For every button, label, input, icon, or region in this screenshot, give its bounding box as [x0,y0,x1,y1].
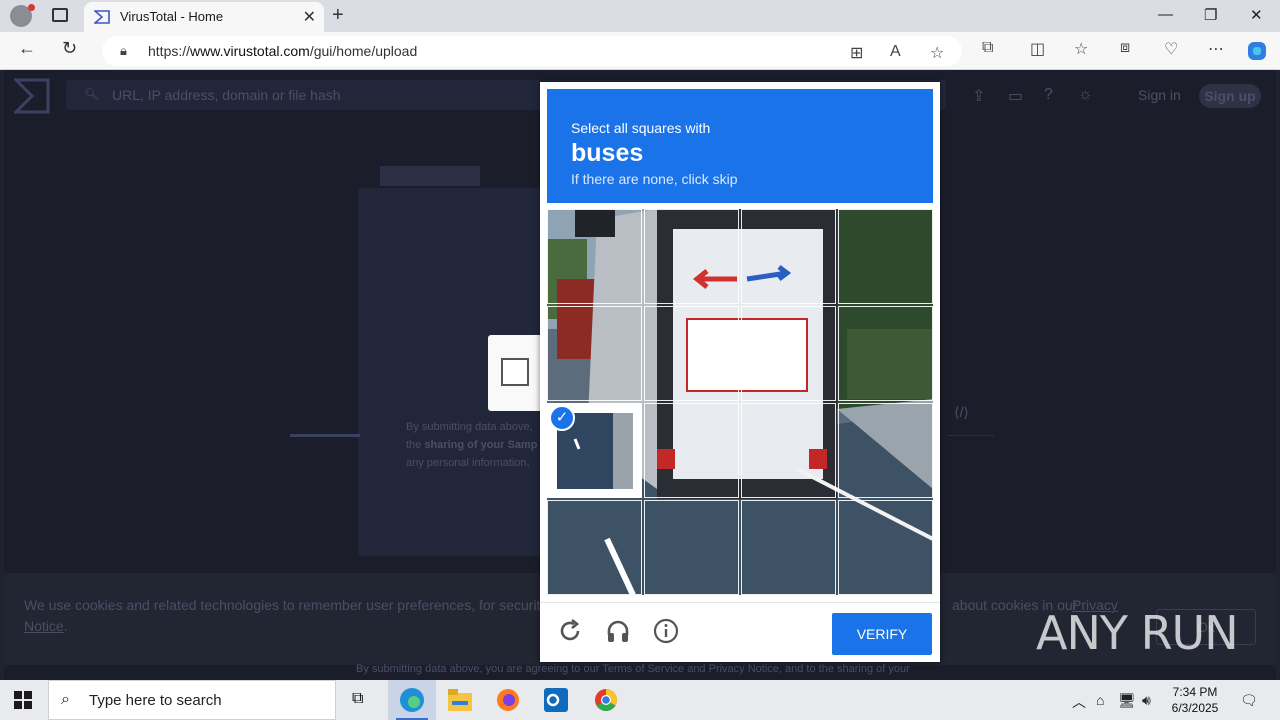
prompt-instruction: Select all squares with [571,120,711,136]
sign-in-link[interactable]: Sign in [1138,87,1181,103]
edge-taskbar-icon[interactable] [388,680,436,720]
captcha-challenge: Select all squares with buses If there a… [540,82,940,662]
notifications-icon[interactable]: 🗨︎ [1240,692,1258,709]
app-available-icon[interactable]: ⊞ [850,43,863,63]
extensions-icon[interactable]: ⧉ [982,39,993,57]
captcha-prompt: Select all squares with buses If there a… [547,89,933,203]
collections-icon[interactable]: ⧈ [1120,39,1130,57]
more-menu-icon[interactable]: ⋯ [1208,39,1224,59]
outlook-icon[interactable] [532,680,580,720]
search-placeholder: URL, IP address, domain or file hash [112,87,341,103]
code-icon[interactable]: ⟨/⟩ [954,404,969,421]
captcha-cell[interactable] [644,403,739,498]
close-tab-icon[interactable]: ✕ [303,7,316,27]
captcha-cell[interactable] [644,500,739,595]
captcha-checkbox-widget [488,335,542,411]
clock-time: 7:34 PM [1172,685,1218,699]
divider [948,435,994,436]
taskbar-clock[interactable]: 7:34 PM 6/3/2025 [1164,684,1226,716]
chrome-icon[interactable] [582,680,630,720]
virustotal-logo-icon[interactable] [14,78,50,114]
theme-icon[interactable]: ☼ [1078,86,1093,104]
prompt-subject: buses [571,139,644,167]
hero-logo [380,166,480,186]
read-aloud-icon[interactable]: A [890,43,901,61]
captcha-cell-selected[interactable]: ✓ [547,403,642,498]
captcha-cell[interactable] [644,306,739,401]
upload-icon[interactable]: ⇪ [972,86,985,106]
captcha-cell[interactable] [838,403,933,498]
captcha-cell[interactable] [547,500,642,595]
show-hidden-icons-icon[interactable]: ︿ [1072,692,1086,712]
captcha-cell[interactable] [838,209,933,304]
volume-icon[interactable]: 🔊︎ [1142,692,1151,709]
minimize-icon[interactable]: — [1158,6,1173,23]
captcha-cell[interactable] [741,403,836,498]
captcha-footer: VERIFY [540,602,940,662]
chat-icon[interactable]: ▭ [1008,86,1023,106]
favorites-icon[interactable]: ☆ [1074,39,1088,59]
captcha-cell[interactable] [838,500,933,595]
tray-app-icon[interactable]: ⌂ [1096,692,1104,708]
refresh-icon[interactable] [556,617,584,645]
browser-essentials-icon[interactable]: ♡ [1164,39,1178,59]
search-icon: 🔍︎ [84,87,100,101]
clock-date: 6/3/2025 [1171,701,1219,715]
tab-actions-icon[interactable] [52,8,68,22]
browser-toolbar: ← ↻ 🔒︎ https://www.virustotal.com/gui/ho… [0,32,1280,70]
anyrun-watermark: ANY RUN [1036,606,1239,660]
taskbar-search-input[interactable]: ⌕ Type here to search [48,680,336,720]
windows-taskbar: ⌕ Type here to search ⧉ ︿ ⌂ 🖥︎ 🔊︎ 7:34 P… [0,680,1280,720]
split-screen-icon[interactable]: ◫ [1030,39,1045,59]
audio-icon[interactable] [604,617,632,645]
prompt-skip-hint: If there are none, click skip [571,171,738,187]
firefox-icon[interactable] [484,680,532,720]
network-icon[interactable]: 🖥︎ [1118,692,1136,709]
windows-start-icon[interactable] [14,691,32,709]
favorite-star-icon[interactable]: ☆ [930,43,944,63]
virustotal-favicon-icon [94,10,110,24]
captcha-image-grid: ✓ [547,209,933,595]
footer-notice: By submitting data above, you are agreei… [356,663,910,675]
lock-icon[interactable]: 🔒︎ [120,43,127,59]
sign-up-button[interactable]: Sign up [1199,84,1261,108]
info-icon[interactable] [652,617,680,645]
notification-dot [28,4,35,11]
url-text: https://www.virustotal.com/gui/home/uplo… [148,43,418,59]
captcha-cell[interactable] [547,209,642,304]
help-icon[interactable]: ? [1044,86,1053,104]
captcha-cell[interactable] [644,209,739,304]
copilot-icon[interactable] [1246,40,1268,62]
captcha-cell[interactable] [741,306,836,401]
close-window-icon[interactable]: ✕ [1250,6,1263,24]
captcha-checkbox[interactable] [501,358,529,386]
captcha-cell[interactable] [547,306,642,401]
task-view-icon[interactable]: ⧉ [338,680,386,720]
captcha-cell[interactable] [741,209,836,304]
tab-underline [290,434,360,437]
captcha-cell[interactable] [838,306,933,401]
address-bar[interactable]: 🔒︎ https://www.virustotal.com/gui/home/u… [102,36,962,66]
tab-virustotal[interactable]: VirusTotal - Home ✕ [84,2,324,32]
submission-notice: By submitting data above, the sharing of… [406,421,538,469]
tab-title: VirusTotal - Home [120,9,224,24]
verify-button[interactable]: VERIFY [832,613,932,655]
tab-bar: VirusTotal - Home ✕ + — ❐ ✕ [0,0,1280,32]
selected-check-icon: ✓ [549,405,575,431]
file-explorer-icon[interactable] [436,680,484,720]
captcha-cell[interactable] [741,500,836,595]
restore-icon[interactable]: ❐ [1204,6,1217,24]
refresh-page-icon[interactable]: ↻ [62,38,77,59]
new-tab-icon[interactable]: + [332,4,344,27]
search-icon: ⌕ [61,691,70,708]
notice-link[interactable]: Notice [24,618,64,634]
back-icon[interactable]: ← [18,38,36,59]
taskbar-search-placeholder: Type here to search [89,692,222,709]
